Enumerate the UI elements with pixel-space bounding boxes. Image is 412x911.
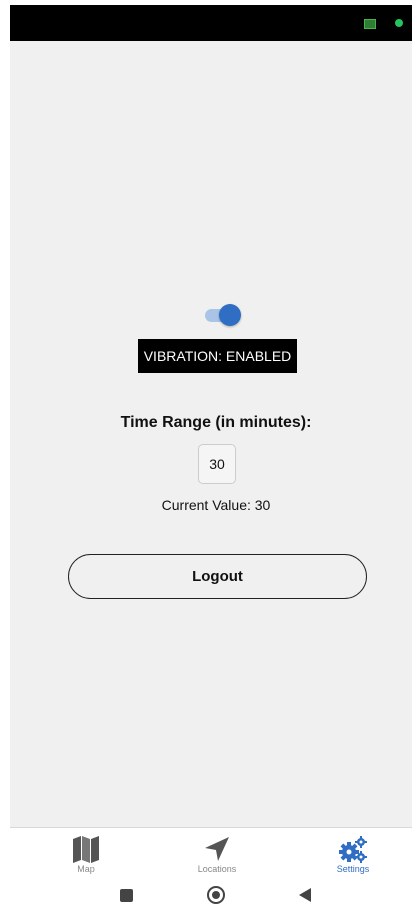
back-icon[interactable] [298, 887, 312, 903]
privacy-indicator-icon [395, 19, 403, 27]
status-bar [10, 5, 412, 41]
bottom-tab-bar: Map Locations Settings [10, 827, 412, 880]
map-icon [73, 836, 99, 863]
vibration-status-label: VIBRATION: ENABLED [138, 339, 297, 373]
navigation-arrow-icon [205, 837, 229, 861]
vibration-toggle[interactable] [205, 304, 241, 326]
app-screen: VIBRATION: ENABLED Time Range (in minute… [0, 0, 412, 911]
recent-apps-icon[interactable] [120, 889, 133, 902]
battery-icon [364, 19, 376, 29]
time-range-input[interactable] [198, 444, 236, 484]
tab-settings[interactable]: Settings [293, 828, 412, 880]
logout-button[interactable]: Logout [68, 554, 367, 599]
system-navigation-bar [10, 879, 412, 911]
tab-locations[interactable]: Locations [157, 828, 277, 880]
tab-map[interactable]: Map [26, 828, 146, 880]
home-icon[interactable] [206, 885, 226, 905]
tab-label-settings: Settings [336, 864, 370, 874]
toggle-thumb [219, 304, 241, 326]
tab-label-locations: Locations [197, 864, 237, 874]
current-value-text: Current Value: 30 [161, 497, 271, 513]
time-range-title: Time Range (in minutes): [120, 414, 312, 431]
gears-icon [339, 836, 367, 863]
tab-label-map: Map [77, 864, 95, 874]
settings-screen [10, 41, 412, 827]
